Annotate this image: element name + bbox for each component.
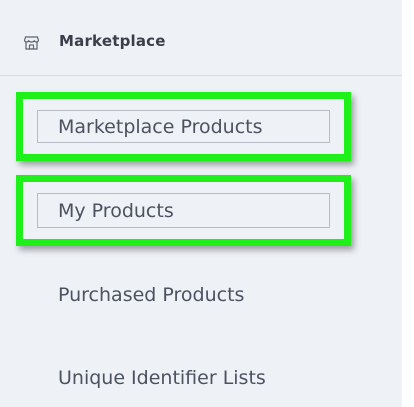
sidebar-item-my-products[interactable]: My Products	[58, 200, 174, 222]
sidebar-panel: Marketplace Marketplace Products My Prod…	[0, 0, 402, 407]
section-title: Marketplace	[59, 32, 166, 50]
sidebar-item-unique-identifier-lists[interactable]: Unique Identifier Lists	[58, 367, 266, 389]
sidebar-section-header[interactable]: Marketplace	[0, 0, 402, 76]
panel-edge	[402, 0, 414, 407]
sidebar-item-purchased-products[interactable]: Purchased Products	[58, 284, 244, 306]
sidebar-item-marketplace-products[interactable]: Marketplace Products	[58, 116, 263, 138]
storefront-icon	[23, 35, 40, 50]
